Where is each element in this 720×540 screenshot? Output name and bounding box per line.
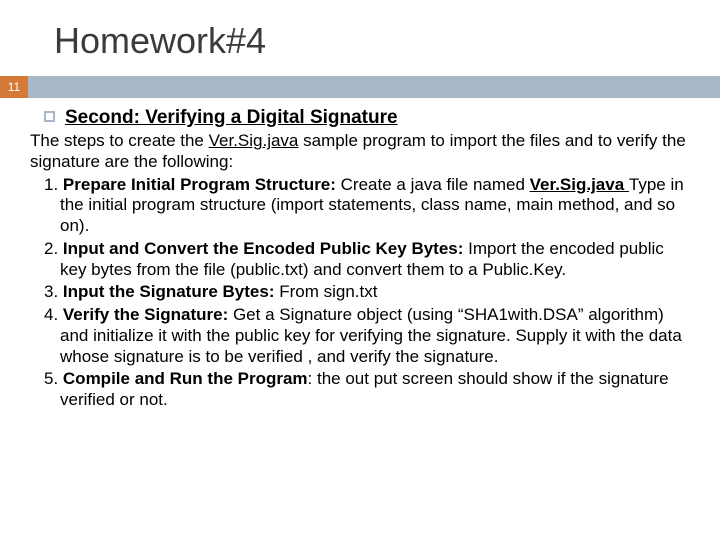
intro-text: The steps to create the Ver.Sig.java sam… xyxy=(30,131,690,172)
slide-number-badge: 11 xyxy=(0,76,28,98)
step-2-title: Input and Convert the Encoded Public Key… xyxy=(63,239,468,258)
step-3-text: From sign.txt xyxy=(279,282,377,301)
step-1-text-a: Create a java file named xyxy=(341,175,530,194)
step-3-title: Input the Signature Bytes: xyxy=(63,282,279,301)
step-1-filename: Ver.Sig.java xyxy=(530,175,629,194)
step-3-num: 3. xyxy=(44,282,63,301)
step-4-num: 4. xyxy=(44,305,63,324)
step-1-num: 1. xyxy=(44,175,63,194)
intro-part-a: The steps to create the xyxy=(30,131,209,150)
step-3: 3. Input the Signature Bytes: From sign.… xyxy=(30,282,690,303)
step-2-num: 2. xyxy=(44,239,63,258)
step-2: 2. Input and Convert the Encoded Public … xyxy=(30,239,690,280)
step-5-title: Compile and Run the Program xyxy=(63,369,308,388)
header-bar: 11 xyxy=(0,76,720,98)
step-4: 4. Verify the Signature: Get a Signature… xyxy=(30,305,690,367)
section-heading: Second: Verifying a Digital Signature xyxy=(65,107,398,128)
step-5-num: 5. xyxy=(44,369,63,388)
step-1: 1. Prepare Initial Program Structure: Cr… xyxy=(30,175,690,237)
step-1-title: Prepare Initial Program Structure: xyxy=(63,175,341,194)
intro-filename: Ver.Sig.java xyxy=(209,131,299,150)
page-title: Homework#4 xyxy=(0,0,720,76)
bullet-icon xyxy=(44,111,55,122)
step-5: 5. Compile and Run the Program: the out … xyxy=(30,369,690,410)
heading-row: Second: Verifying a Digital Signature xyxy=(30,106,690,129)
content-area: Second: Verifying a Digital Signature Th… xyxy=(0,98,720,411)
step-4-title: Verify the Signature: xyxy=(63,305,233,324)
